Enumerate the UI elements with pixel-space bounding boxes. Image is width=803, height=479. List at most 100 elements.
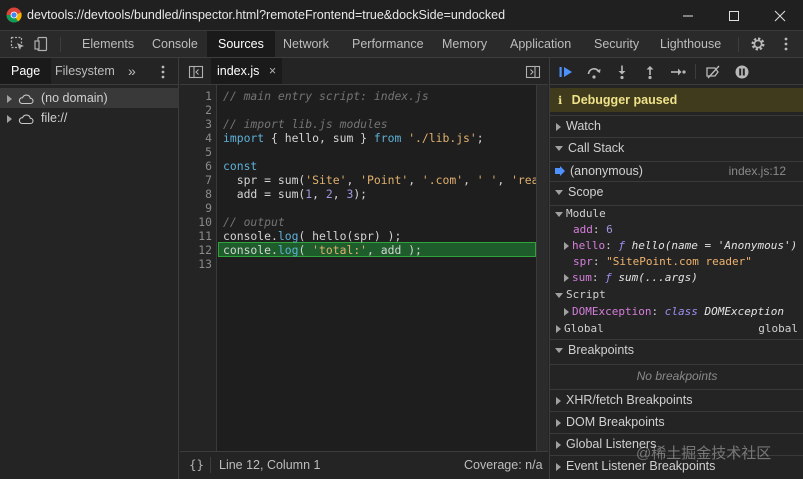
maximize-button[interactable] [711, 0, 757, 31]
section-call-stack[interactable]: Call Stack [550, 137, 803, 158]
tab-application[interactable]: Application [499, 31, 582, 57]
code-token: // import lib.js modules [223, 117, 388, 131]
pretty-print-icon[interactable]: {} [189, 457, 204, 472]
scope-var-hello[interactable]: hello: ƒ hello(name = 'Anonymous') [550, 238, 803, 254]
section-watch[interactable]: Watch [550, 115, 803, 136]
close-window-button[interactable] [757, 0, 803, 31]
line-number[interactable]: 11 [182, 229, 212, 243]
line-number[interactable]: 6 [182, 159, 212, 173]
line-number-gutter[interactable]: 1 2 3 4 5 6 7 8 9 10 11 12 13 [180, 85, 217, 451]
tab-performance[interactable]: Performance [341, 31, 435, 57]
tab-elements[interactable]: Elements [70, 31, 146, 57]
line-number[interactable]: 9 [182, 201, 212, 215]
code-token: , [463, 173, 477, 187]
section-dom-breakpoints[interactable]: DOM Breakpoints [550, 411, 803, 432]
collapsed-arrow-icon [564, 274, 569, 282]
expand-arrow-icon [7, 94, 12, 103]
tree-item-file[interactable]: file:// [0, 108, 179, 128]
line-number[interactable]: 13 [182, 257, 212, 271]
toggle-debugger-icon[interactable] [525, 64, 541, 80]
line-number[interactable]: 3 [182, 117, 212, 131]
navigator-menu-icon[interactable] [155, 64, 171, 80]
pause-on-exceptions-icon[interactable] [734, 64, 750, 80]
section-breakpoints[interactable]: Breakpoints [550, 339, 803, 360]
minimize-button[interactable] [665, 0, 711, 31]
tab-security[interactable]: Security [583, 31, 650, 57]
no-breakpoints-message: No breakpoints [550, 364, 803, 387]
tab-sources[interactable]: Sources [207, 31, 275, 57]
code-token: 'Point' [360, 173, 409, 187]
tab-lighthouse[interactable]: Lighthouse [649, 31, 732, 57]
scope-var-domexception[interactable]: DOMException: class DOMException [550, 304, 803, 320]
cloud-icon [19, 114, 34, 124]
code-line: import { hello, sum } from './lib.js'; [223, 131, 484, 145]
file-tab-index-js[interactable]: index.js × [211, 58, 283, 84]
tab-filesystem[interactable]: Filesystem [46, 58, 124, 84]
class-keyword: class [664, 305, 698, 318]
section-title: Scope [568, 185, 604, 199]
tree-item-no-domain[interactable]: (no domain) [0, 88, 179, 108]
collapsed-arrow-icon [556, 396, 561, 405]
frame-location[interactable]: index.js:12 [729, 162, 786, 180]
step-over-icon[interactable] [586, 64, 602, 80]
code-token: { hello, sum } [264, 131, 374, 145]
line-number[interactable]: 1 [182, 89, 212, 103]
tab-page[interactable]: Page [0, 58, 52, 84]
scope-script[interactable]: Script [550, 287, 803, 303]
line-number[interactable]: 12 [182, 243, 212, 257]
inspect-element-icon[interactable] [10, 36, 26, 52]
chrome-logo-icon [6, 7, 22, 23]
function-glyph: ƒ [605, 271, 612, 284]
device-toolbar-icon[interactable] [34, 36, 50, 52]
line-number[interactable]: 5 [182, 145, 212, 159]
tab-console[interactable]: Console [141, 31, 209, 57]
var-name: sum [572, 271, 592, 284]
settings-gear-icon[interactable] [750, 36, 766, 52]
scope-var-add[interactable]: add: 6 [550, 222, 803, 238]
expand-arrow-icon [7, 114, 12, 123]
line-number[interactable]: 4 [182, 131, 212, 145]
code-token: ' ' [476, 173, 498, 187]
close-tab-icon[interactable]: × [269, 64, 276, 78]
tab-memory[interactable]: Memory [431, 31, 498, 57]
section-xhr-breakpoints[interactable]: XHR/fetch Breakpoints [550, 389, 803, 410]
code-token: , add ); [367, 243, 422, 257]
var-value: DOMException [704, 305, 784, 318]
var-name: spr [573, 255, 593, 268]
scope-module[interactable]: Module [550, 205, 803, 222]
watermark: @稀土掘金技术社区 [636, 445, 772, 462]
step-into-icon[interactable] [614, 64, 630, 80]
line-number[interactable]: 8 [182, 187, 212, 201]
line-number[interactable]: 10 [182, 215, 212, 229]
cloud-icon [19, 94, 34, 104]
navigator-tabs: Page Filesystem » [0, 58, 179, 85]
scope-global-label: Global [564, 322, 604, 335]
expanded-arrow-icon [555, 348, 563, 354]
deactivate-breakpoints-icon[interactable] [705, 64, 721, 80]
code-line: console.log( hello(spr) ); [223, 229, 401, 243]
window-titlebar: devtools://devtools/bundled/inspector.ht… [0, 0, 803, 31]
section-scope[interactable]: Scope [550, 181, 803, 202]
expanded-arrow-icon [555, 292, 563, 298]
coverage-status: Coverage: n/a [464, 458, 543, 472]
line-number[interactable]: 7 [182, 173, 212, 187]
toggle-navigator-icon[interactable] [188, 64, 204, 80]
scope-var-spr[interactable]: spr: "SitePoint.com reader" [550, 254, 803, 270]
line-number[interactable]: 2 [182, 103, 212, 117]
code-editor[interactable]: 1 2 3 4 5 6 7 8 9 10 11 12 13 // main entry script: … [180, 85, 536, 451]
call-frame-anonymous[interactable]: (anonymous) index.js:12 [550, 161, 803, 180]
code-token: from [373, 131, 402, 145]
tab-network[interactable]: Network [272, 31, 340, 57]
editor-scrollbar[interactable] [536, 85, 548, 451]
step-out-icon[interactable] [642, 64, 658, 80]
scope-global[interactable]: Global global [550, 321, 803, 337]
maximize-icon [729, 10, 739, 21]
scope-var-sum[interactable]: sum: ƒ sum(...args) [550, 270, 803, 286]
step-icon[interactable] [670, 64, 686, 80]
more-tabs-chevron-icon[interactable]: » [126, 58, 138, 84]
resume-icon[interactable] [558, 64, 574, 80]
var-value: 6 [606, 223, 613, 236]
more-options-icon[interactable] [778, 36, 794, 52]
debugger-toolbar [550, 58, 803, 85]
code-token: // output [223, 215, 285, 229]
